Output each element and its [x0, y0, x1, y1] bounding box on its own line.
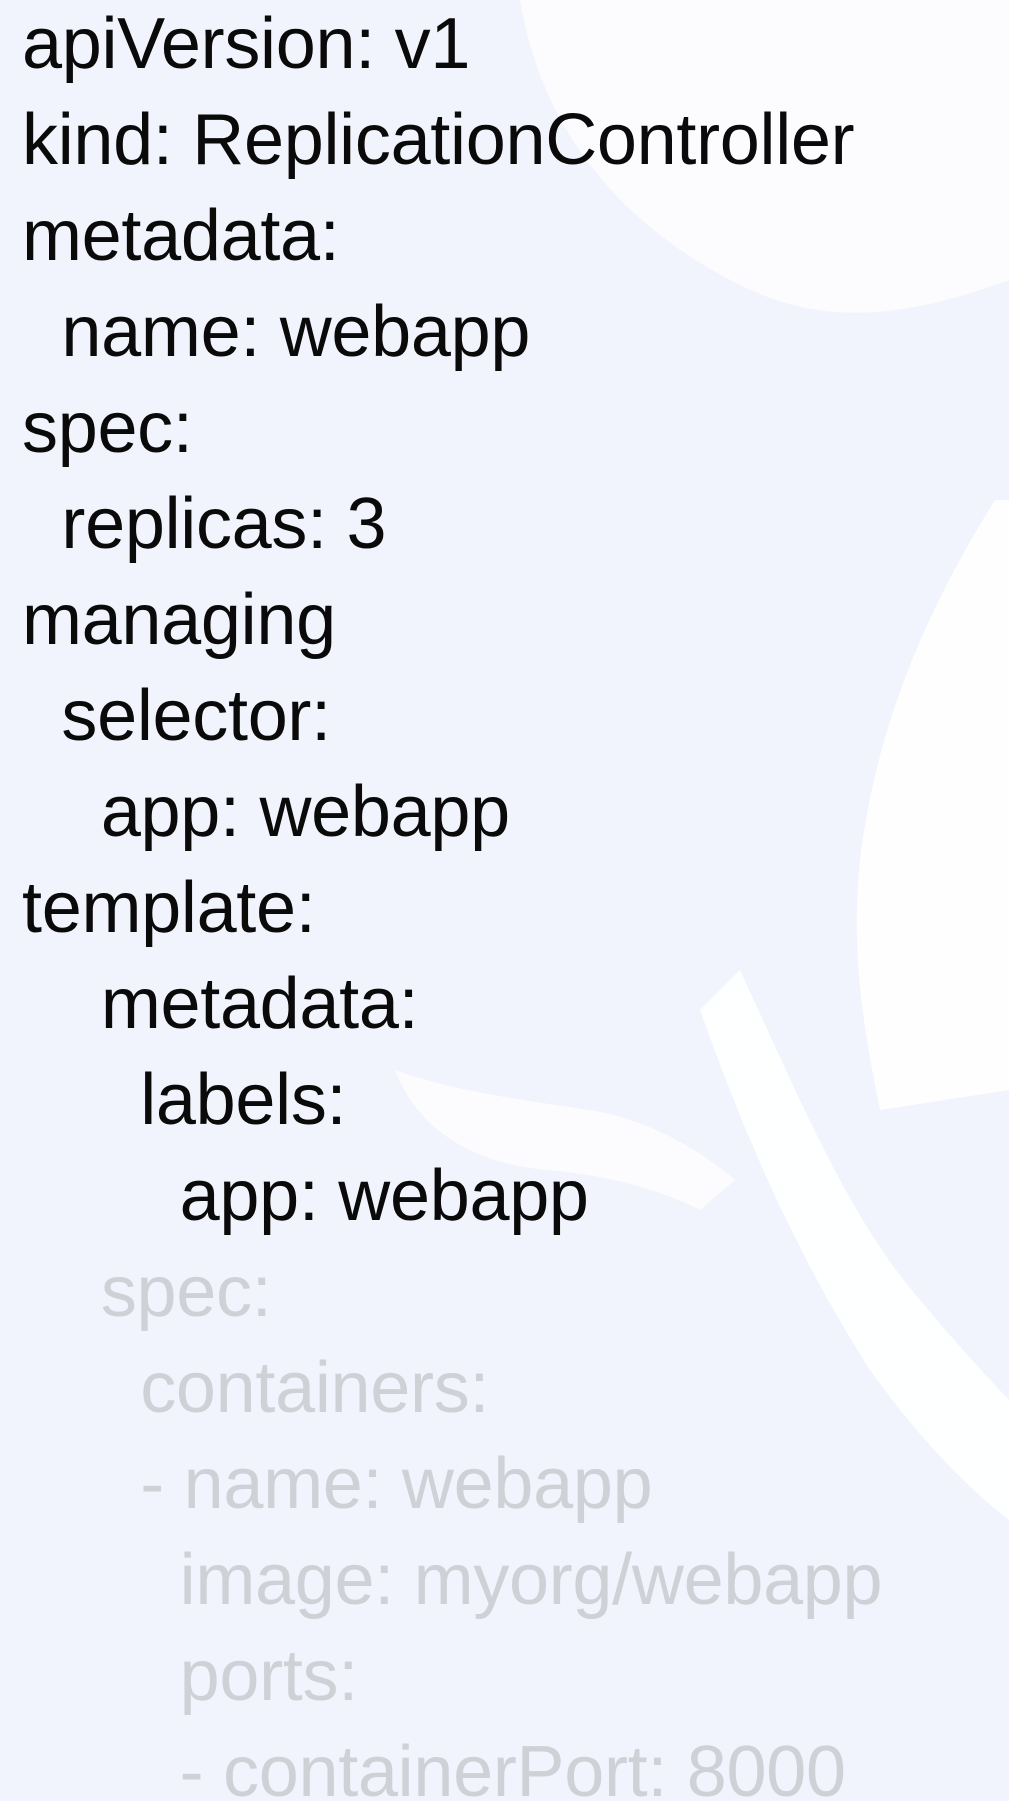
yaml-line-replicas: replicas: 3	[22, 484, 387, 564]
yaml-line-apiversion: apiVersion: v1	[22, 4, 471, 84]
yaml-line-template-metadata: metadata:	[22, 964, 419, 1044]
yaml-line-spec: spec:	[22, 388, 193, 468]
yaml-line-managing: managing	[22, 580, 336, 660]
yaml-code-document: apiVersion: v1 kind: ReplicationControll…	[22, 0, 1002, 1801]
yaml-line-labels: labels:	[22, 1060, 347, 1140]
yaml-line-container-port: - containerPort: 8000	[22, 1732, 846, 1801]
yaml-line-labels-app: app: webapp	[22, 1156, 589, 1236]
yaml-line-ports: ports:	[22, 1636, 359, 1716]
yaml-line-template: template:	[22, 868, 316, 948]
yaml-line-metadata: metadata:	[22, 196, 340, 276]
yaml-line-selector-app: app: webapp	[22, 772, 510, 852]
yaml-line-selector: selector:	[22, 676, 331, 756]
yaml-line-container-name: - name: webapp	[22, 1444, 653, 1524]
yaml-line-template-spec: spec:	[22, 1252, 272, 1332]
yaml-line-metadata-name: name: webapp	[22, 292, 531, 372]
yaml-line-kind: kind: ReplicationController	[22, 100, 855, 180]
yaml-line-containers: containers:	[22, 1348, 490, 1428]
yaml-line-container-image: image: myorg/webapp	[22, 1540, 883, 1620]
